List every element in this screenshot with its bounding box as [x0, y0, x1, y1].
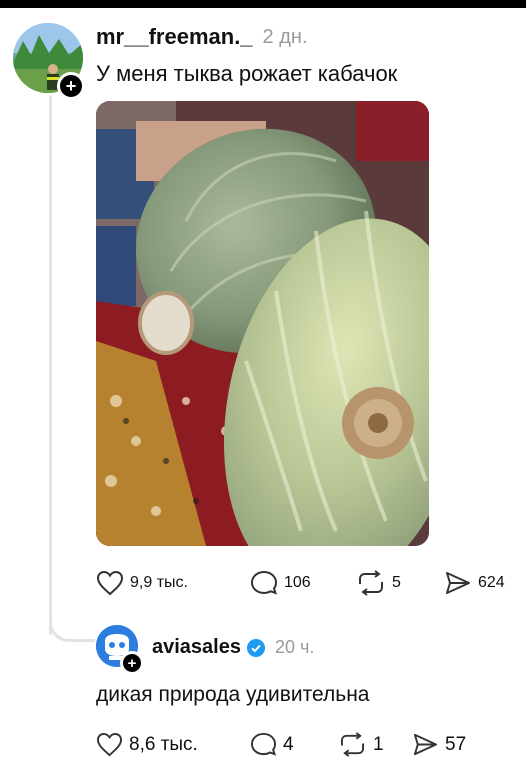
heart-icon: [96, 732, 123, 757]
post-like-button[interactable]: 9,9 тыс.: [96, 570, 188, 596]
reply-username[interactable]: aviasales: [152, 636, 241, 659]
reply-share-button[interactable]: 57: [412, 732, 466, 757]
follow-plus-icon[interactable]: +: [57, 72, 85, 100]
post-repost-count: 5: [392, 574, 401, 591]
reply-repost-button[interactable]: 1: [338, 732, 384, 757]
comment-icon: [250, 732, 277, 756]
post-repost-button[interactable]: 5: [356, 570, 401, 596]
follow-plus-icon[interactable]: +: [120, 651, 144, 675]
post-comment-count: 106: [284, 574, 311, 591]
post-share-count: 624: [478, 574, 505, 591]
reply-like-button[interactable]: 8,6 тыс.: [96, 732, 198, 757]
reply-header: aviasales 20 ч.: [152, 636, 314, 659]
reply-text: дикая природа удивительна: [96, 683, 370, 706]
top-status-strip: [0, 0, 526, 8]
post-header: mr__freeman._ 2 дн.: [96, 24, 308, 50]
reply-comment-button[interactable]: 4: [250, 732, 294, 757]
post-comment-button[interactable]: 106: [250, 570, 311, 596]
post-time: 2 дн.: [262, 25, 308, 48]
post-text: У меня тыква рожает кабачок: [96, 61, 398, 86]
send-icon: [413, 733, 438, 756]
heart-icon: [96, 570, 124, 596]
verified-badge-icon: [246, 638, 265, 657]
send-icon: [446, 572, 470, 594]
reply-repost-count: 1: [373, 733, 384, 755]
thread-connector-curve: [49, 612, 95, 642]
reply-share-count: 57: [445, 733, 467, 755]
post-like-count: 9,9 тыс.: [130, 574, 188, 591]
reply-time: 20 ч.: [274, 637, 315, 657]
post-username[interactable]: mr__freeman._: [96, 24, 253, 50]
repost-icon: [359, 570, 383, 596]
post-photo[interactable]: [96, 101, 429, 546]
pumpkin-photo-image: [96, 101, 429, 546]
repost-icon: [340, 732, 365, 757]
reply-like-count: 8,6 тыс.: [129, 733, 198, 755]
post-share-button[interactable]: 624: [444, 570, 505, 596]
reply-comment-count: 4: [283, 733, 294, 755]
thread-connector-line: [49, 95, 52, 635]
comment-icon: [250, 570, 278, 595]
